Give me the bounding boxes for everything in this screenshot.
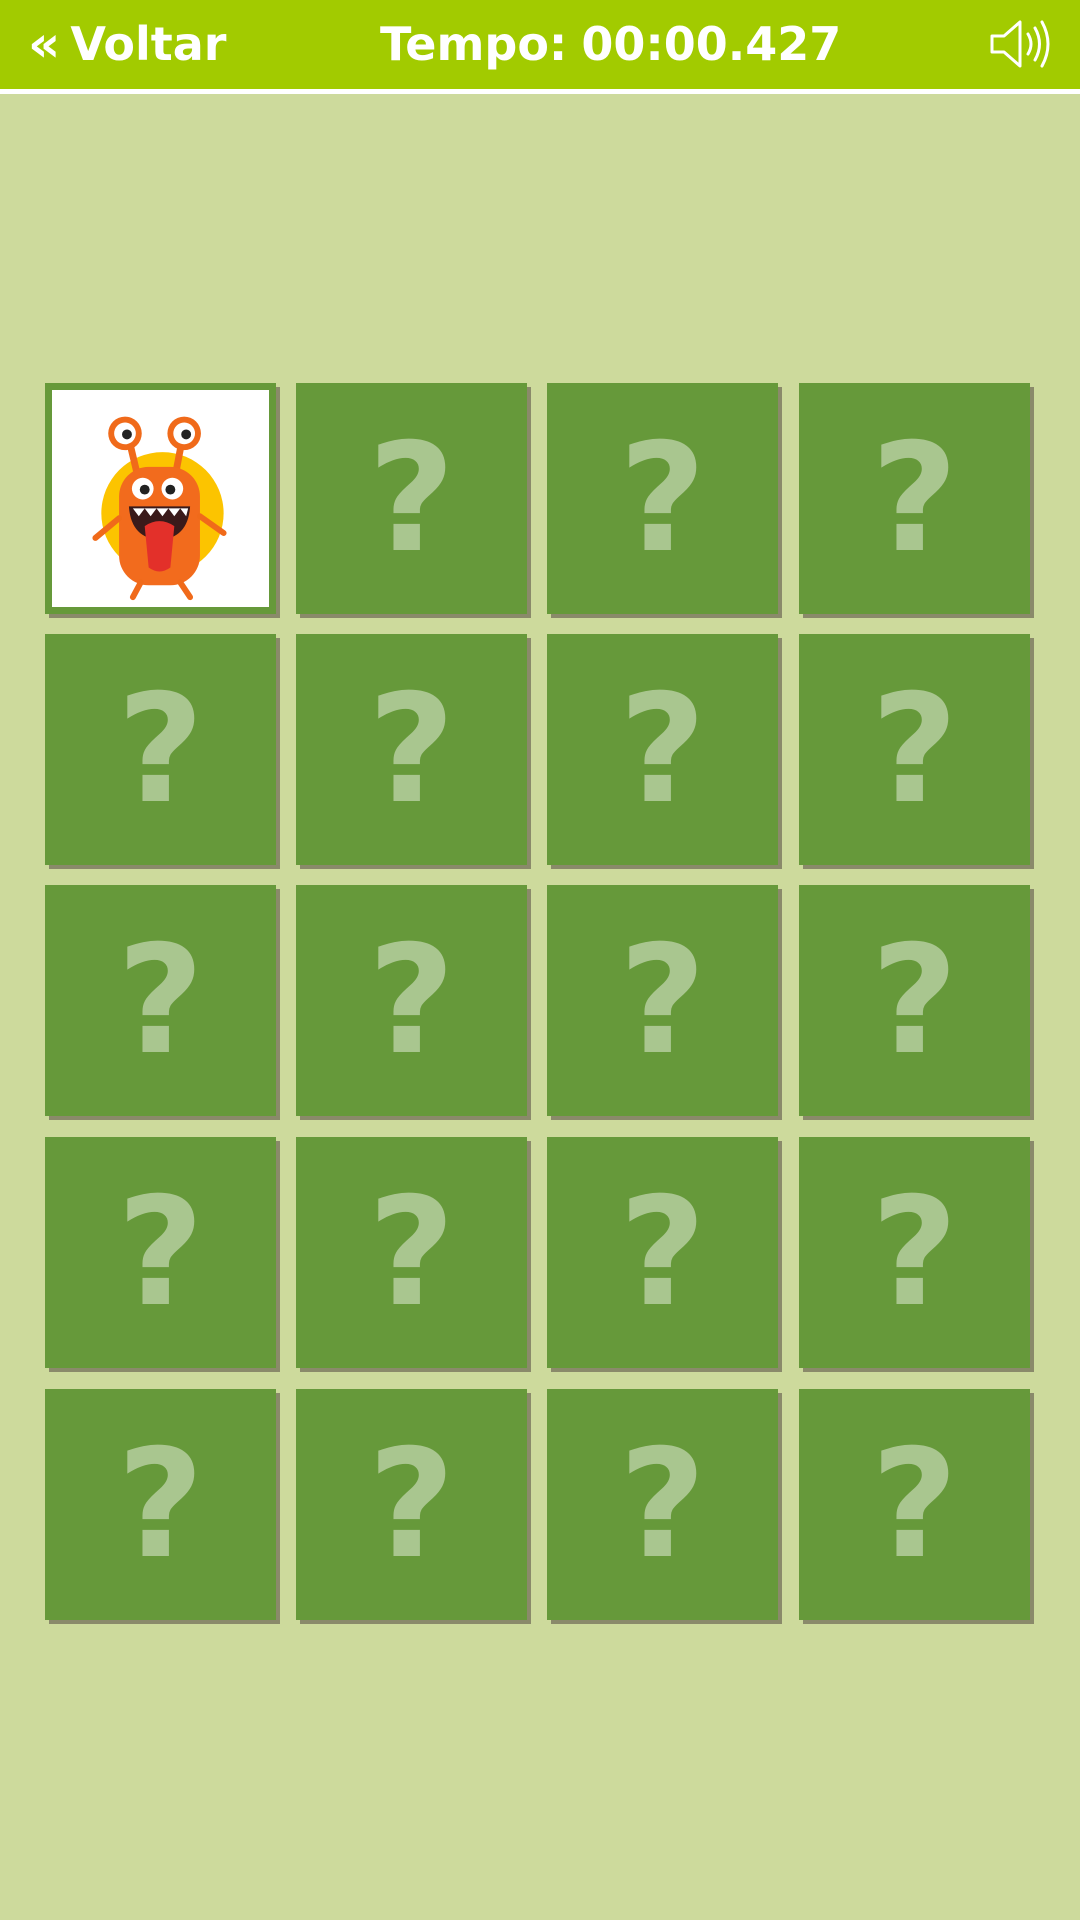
timer-value: 00:00.427 — [581, 17, 842, 71]
memory-card-hidden[interactable]: ? — [296, 634, 527, 865]
memory-card-hidden[interactable]: ? — [799, 1389, 1030, 1620]
question-mark-icon: ? — [367, 1165, 455, 1340]
orange-monster-image — [92, 416, 227, 601]
question-mark-icon: ? — [116, 662, 204, 837]
memory-card-hidden[interactable]: ? — [296, 1137, 527, 1368]
question-mark-icon: ? — [870, 1417, 958, 1592]
memory-card-hidden[interactable]: ? — [296, 885, 527, 1116]
double-chevron-left-icon: « — [28, 15, 61, 73]
back-label: Voltar — [70, 17, 227, 71]
back-button[interactable]: « Voltar — [28, 12, 226, 76]
sound-toggle-button[interactable] — [988, 16, 1054, 72]
memory-card-hidden[interactable]: ? — [45, 1137, 276, 1368]
timer: Tempo: 00:00.427 — [380, 12, 841, 76]
question-mark-icon: ? — [870, 411, 958, 586]
question-mark-icon: ? — [367, 411, 455, 586]
question-mark-icon: ? — [870, 1165, 958, 1340]
timer-label: Tempo: — [380, 17, 568, 71]
memory-card-hidden[interactable]: ? — [547, 634, 778, 865]
speaker-icon — [990, 20, 1050, 68]
question-mark-icon: ? — [116, 1417, 204, 1592]
memory-card-hidden[interactable]: ? — [799, 1137, 1030, 1368]
question-mark-icon: ? — [367, 1417, 455, 1592]
memory-card-hidden[interactable]: ? — [547, 383, 778, 614]
memory-board: ??????????????????? — [45, 383, 1035, 1625]
question-mark-icon: ? — [367, 913, 455, 1088]
memory-card-hidden[interactable]: ? — [547, 1137, 778, 1368]
question-mark-icon: ? — [618, 1165, 706, 1340]
question-mark-icon: ? — [618, 411, 706, 586]
top-bar: « Voltar Tempo: 00:00.427 — [0, 0, 1080, 94]
question-mark-icon: ? — [870, 913, 958, 1088]
memory-card-hidden[interactable]: ? — [45, 885, 276, 1116]
question-mark-icon: ? — [870, 662, 958, 837]
memory-card-hidden[interactable]: ? — [45, 1389, 276, 1620]
memory-card-hidden[interactable]: ? — [296, 1389, 527, 1620]
memory-card-hidden[interactable]: ? — [799, 634, 1030, 865]
memory-card-hidden[interactable]: ? — [799, 383, 1030, 614]
question-mark-icon: ? — [116, 1165, 204, 1340]
question-mark-icon: ? — [618, 662, 706, 837]
memory-card-hidden[interactable]: ? — [547, 1389, 778, 1620]
question-mark-icon: ? — [116, 913, 204, 1088]
memory-card-revealed[interactable] — [45, 383, 276, 614]
memory-card-hidden[interactable]: ? — [547, 885, 778, 1116]
question-mark-icon: ? — [618, 913, 706, 1088]
question-mark-icon: ? — [367, 662, 455, 837]
memory-card-hidden[interactable]: ? — [799, 885, 1030, 1116]
memory-card-hidden[interactable]: ? — [45, 634, 276, 865]
memory-card-hidden[interactable]: ? — [296, 383, 527, 614]
question-mark-icon: ? — [618, 1417, 706, 1592]
